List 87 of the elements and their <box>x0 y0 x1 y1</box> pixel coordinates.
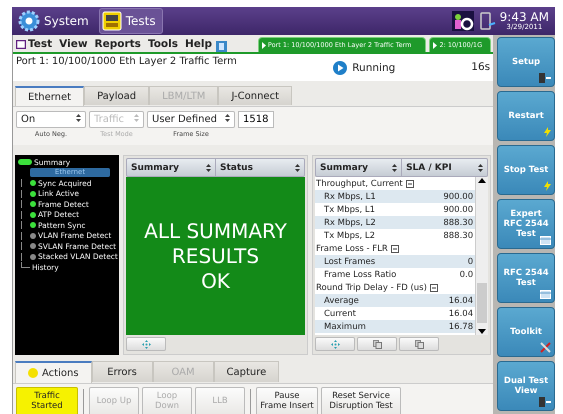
action-button[interactable]: Traffic Started <box>16 386 78 414</box>
column-header[interactable]: Summary <box>131 162 180 172</box>
metric-name: Maximum <box>324 322 366 332</box>
config-tab[interactable]: Ethernet <box>15 86 84 106</box>
metric-name: Current <box>324 308 356 318</box>
scroll-thumb[interactable] <box>477 283 488 323</box>
action-tab[interactable]: Capture <box>214 361 280 382</box>
collapse-icon[interactable] <box>406 180 414 188</box>
metric-name: Average <box>324 296 359 306</box>
column-header[interactable]: Summary <box>320 162 368 172</box>
window-icon <box>540 290 551 299</box>
metric-value: 900.00 <box>443 192 474 202</box>
metric-value: 16.04 <box>448 296 474 306</box>
action-tab[interactable]: Actions <box>15 361 92 383</box>
metric-value: 888.30 <box>443 218 474 228</box>
move-arrows-icon[interactable] <box>142 340 150 348</box>
metric-value: 16.78 <box>448 322 474 332</box>
metric-name: Lost Frames <box>324 256 376 266</box>
window-icon <box>540 236 551 245</box>
play-triangle-icon <box>262 42 266 48</box>
action-button[interactable]: Reset Service Disruption Test <box>321 386 401 414</box>
menu-item[interactable]: Tools <box>144 38 182 52</box>
config-tab[interactable]: J-Connect <box>218 86 292 105</box>
system-tab[interactable]: System <box>16 9 95 33</box>
test-title: Port 1: 10/100/1000 Eth Layer 2 Traffic Term <box>16 55 237 67</box>
clock-time: 9:43 AM <box>500 11 549 24</box>
move-arrows-icon[interactable] <box>330 340 340 348</box>
scroll-down-arrow-icon[interactable] <box>478 327 486 335</box>
collapse-icon[interactable] <box>390 244 399 252</box>
play-icon <box>333 61 348 75</box>
tools-icon <box>540 342 551 353</box>
scroll-up-arrow-icon[interactable] <box>478 177 486 185</box>
sort-arrows-icon[interactable] <box>295 164 300 172</box>
menu-item[interactable]: Help <box>182 38 216 52</box>
metric-value: 888.30 <box>443 230 474 240</box>
action-tab[interactable]: Errors <box>92 361 153 382</box>
gear-icon <box>18 10 40 32</box>
action-button: Loop Up <box>89 386 139 414</box>
dropdown[interactable]: On <box>16 111 86 128</box>
frame-size-input[interactable]: 1518 <box>238 111 274 128</box>
elapsed-time: 16s <box>471 60 490 73</box>
copy-icon[interactable] <box>372 340 382 348</box>
bert-module-icon <box>102 11 122 31</box>
config-tab: LBM/LTM <box>149 86 218 105</box>
metric-name: Rx Mbps, L1 <box>324 192 376 202</box>
scrollbar[interactable] <box>475 177 488 335</box>
results-message: ALL SUMMARY RESULTS OK <box>144 218 287 294</box>
action-button: Loop Down <box>142 386 192 414</box>
lightning-icon <box>544 181 551 191</box>
menu-item[interactable]: View <box>56 38 92 52</box>
metric-name: Tx Mbps, L2 <box>324 230 376 240</box>
group-title: Throughput, Current <box>316 178 403 188</box>
column-header[interactable]: Status <box>220 162 253 172</box>
action-button: LLB <box>195 386 245 414</box>
metric-value: 900.00 <box>443 204 474 214</box>
group-title: Frame Loss - FLR <box>316 244 388 254</box>
metric-value: 0 <box>468 256 474 266</box>
menu-item-label[interactable]: Test <box>28 38 52 50</box>
sort-arrows-icon[interactable] <box>206 164 211 172</box>
updown-arrows-icon[interactable] <box>76 114 81 122</box>
metric-value: 0.0 <box>460 270 474 280</box>
window-icon <box>16 40 26 48</box>
battery-plug-icon <box>478 11 496 31</box>
play-triangle-icon <box>433 42 438 48</box>
action-button[interactable]: Pause Frame Insert <box>256 386 318 414</box>
metric-name: Frame Loss Ratio <box>324 270 396 280</box>
updown-arrows-icon[interactable] <box>225 114 230 122</box>
metric-value: 16.04 <box>448 308 474 318</box>
menu-item[interactable]: Reports <box>92 38 145 52</box>
dropdown: Traffic <box>89 111 144 128</box>
dropdown[interactable]: User Defined <box>147 111 235 128</box>
plug-icon <box>539 397 551 407</box>
status-dot-icon <box>28 368 38 378</box>
sort-arrows-icon[interactable] <box>392 164 398 172</box>
tests-tab[interactable]: Tests <box>98 8 163 34</box>
config-tab[interactable]: Payload <box>84 86 150 105</box>
metric-name: Rx Mbps, L2 <box>324 218 376 228</box>
sort-arrows-icon[interactable] <box>478 164 484 172</box>
collapse-icon[interactable] <box>430 284 438 292</box>
action-tab: OAM <box>152 361 214 382</box>
metric-name: Tx Mbps, L1 <box>324 204 376 214</box>
column-header[interactable]: SLA / KPI <box>406 162 452 172</box>
copy-icon[interactable] <box>414 340 424 348</box>
group-title: Round Trip Delay - FD (us) <box>316 282 427 292</box>
run-status: Running <box>352 62 396 74</box>
lightning-icon <box>544 127 551 137</box>
plug-icon <box>539 73 551 83</box>
